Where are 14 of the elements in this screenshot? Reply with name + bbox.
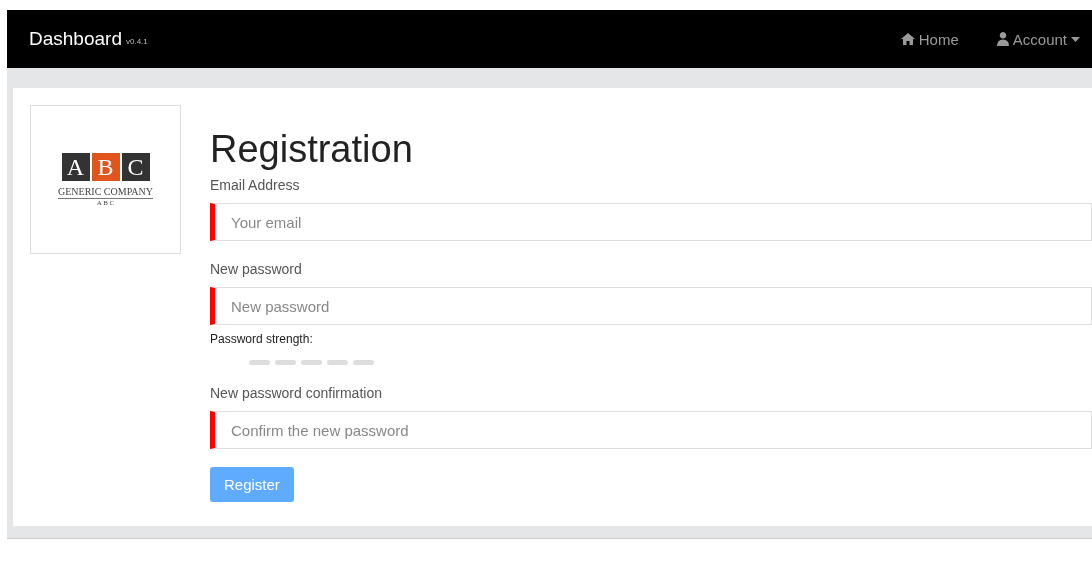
user-icon xyxy=(996,32,1009,46)
brand-title[interactable]: Dashboard xyxy=(29,28,122,50)
field-label: New password confirmation xyxy=(210,385,382,401)
field-label: New password xyxy=(210,261,302,277)
home-icon xyxy=(900,33,915,45)
account-menu[interactable]: Account xyxy=(996,30,1080,48)
version-label: v0.4.1 xyxy=(125,36,148,46)
home-link[interactable]: Home xyxy=(900,30,959,48)
field-label: Email Address xyxy=(210,177,300,193)
strength-label: Password strength: xyxy=(210,332,314,346)
input-field[interactable]: Confirm the new password xyxy=(210,411,1092,449)
page-title: Registration xyxy=(210,127,413,171)
input-field[interactable]: New password xyxy=(210,287,1092,325)
input-field[interactable]: Your email xyxy=(210,203,1092,241)
